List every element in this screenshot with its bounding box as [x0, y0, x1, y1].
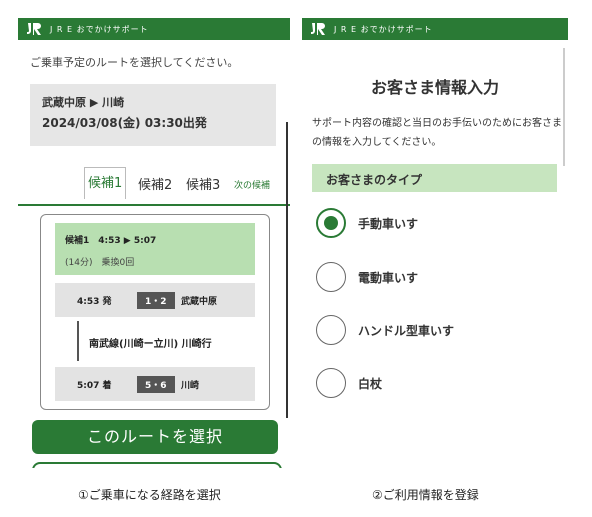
radio-icon[interactable]: [316, 368, 346, 398]
route-summary: 候補1 4:53 ▶ 5:07 (14分) 乗換0回: [55, 223, 255, 275]
option-label: ハンドル型車いす: [358, 324, 455, 338]
option-manual-wheelchair[interactable]: 手動車いす: [316, 208, 546, 238]
select-route-button[interactable]: このルートを選択: [32, 420, 278, 454]
tab-candidate-2[interactable]: 候補2: [138, 174, 172, 193]
app-title: J R E おでかけサポート: [334, 24, 433, 34]
app-header: J R E おでかけサポート: [18, 18, 290, 40]
option-handle-wheelchair[interactable]: ハンドル型車いす: [316, 315, 546, 345]
arrival-row: 5:07 着 5・6 川崎: [55, 367, 255, 401]
radio-icon[interactable]: [316, 262, 346, 292]
arrival-platform: 5・6: [137, 376, 175, 393]
candidate-tabs: 候補1 候補2 候補3 次の候補: [18, 167, 290, 206]
jr-logo-icon: [310, 22, 326, 36]
option-label: 白杖: [358, 377, 383, 391]
left-caption: ①ご乗車になる経路を選択: [78, 488, 221, 502]
route-datetime: 2024/03/08(金) 03:30出発: [42, 116, 207, 130]
next-candidates-link[interactable]: 次の候補: [234, 178, 270, 191]
app-title: J R E おでかけサポート: [50, 24, 149, 34]
page-description: サポート内容の確認と当日のお手伝いのためにお客さまの情報を入力してください。: [312, 118, 562, 148]
route-select-screen: J R E おでかけサポート ご乗車予定のルートを選択してください。 武蔵中原 …: [18, 18, 290, 468]
route-detail-card: 候補1 4:53 ▶ 5:07 (14分) 乗換0回 4:53 発 1・2 武蔵…: [40, 214, 270, 410]
option-white-cane[interactable]: 白杖: [316, 368, 546, 398]
arrival-time: 5:07 着: [77, 381, 112, 391]
option-electric-wheelchair[interactable]: 電動車いす: [316, 262, 546, 292]
summary-duration: (14分) 乗換0回: [65, 258, 135, 268]
app-header: J R E おでかけサポート: [302, 18, 568, 40]
page-title: お客さま情報入力: [370, 78, 499, 97]
route-summary-box: 武蔵中原 ▶ 川崎 2024/03/08(金) 03:30出発: [30, 84, 276, 146]
tab-candidate-1[interactable]: 候補1: [84, 167, 127, 199]
departure-time: 4:53 発: [77, 297, 112, 307]
line-section: 南武線(川崎ー立川) 川崎行: [77, 321, 253, 361]
departure-platform: 1・2: [137, 292, 175, 309]
tab-candidate-3[interactable]: 候補3: [186, 174, 220, 193]
customer-type-header: お客さまのタイプ: [312, 164, 557, 192]
line-name: 南武線(川崎ー立川) 川崎行: [89, 339, 212, 350]
option-label: 電動車いす: [358, 271, 419, 285]
radio-selected-icon[interactable]: [316, 208, 346, 238]
option-label: 手動車いす: [358, 217, 419, 231]
radio-icon[interactable]: [316, 315, 346, 345]
jr-logo-icon: [26, 22, 42, 36]
departure-row: 4:53 発 1・2 武蔵中原: [55, 283, 255, 317]
customer-info-screen: J R E おでかけサポート お客さま情報入力 サポート内容の確認と当日のお手伝…: [302, 18, 568, 416]
scrollbar[interactable]: [563, 48, 565, 166]
instruction-text: ご乗車予定のルートを選択してください。: [30, 56, 239, 69]
right-caption: ②ご利用情報を登録: [372, 488, 479, 502]
customer-type-label: お客さまのタイプ: [326, 173, 423, 187]
secondary-button[interactable]: [32, 462, 282, 468]
line-bar: [77, 321, 79, 361]
summary-times: 候補1 4:53 ▶ 5:07: [65, 236, 157, 246]
scrollbar[interactable]: [286, 122, 288, 418]
departure-station: 武蔵中原: [181, 297, 218, 307]
route-stations: 武蔵中原 ▶ 川崎: [42, 96, 125, 109]
arrival-station: 川崎: [181, 381, 200, 391]
